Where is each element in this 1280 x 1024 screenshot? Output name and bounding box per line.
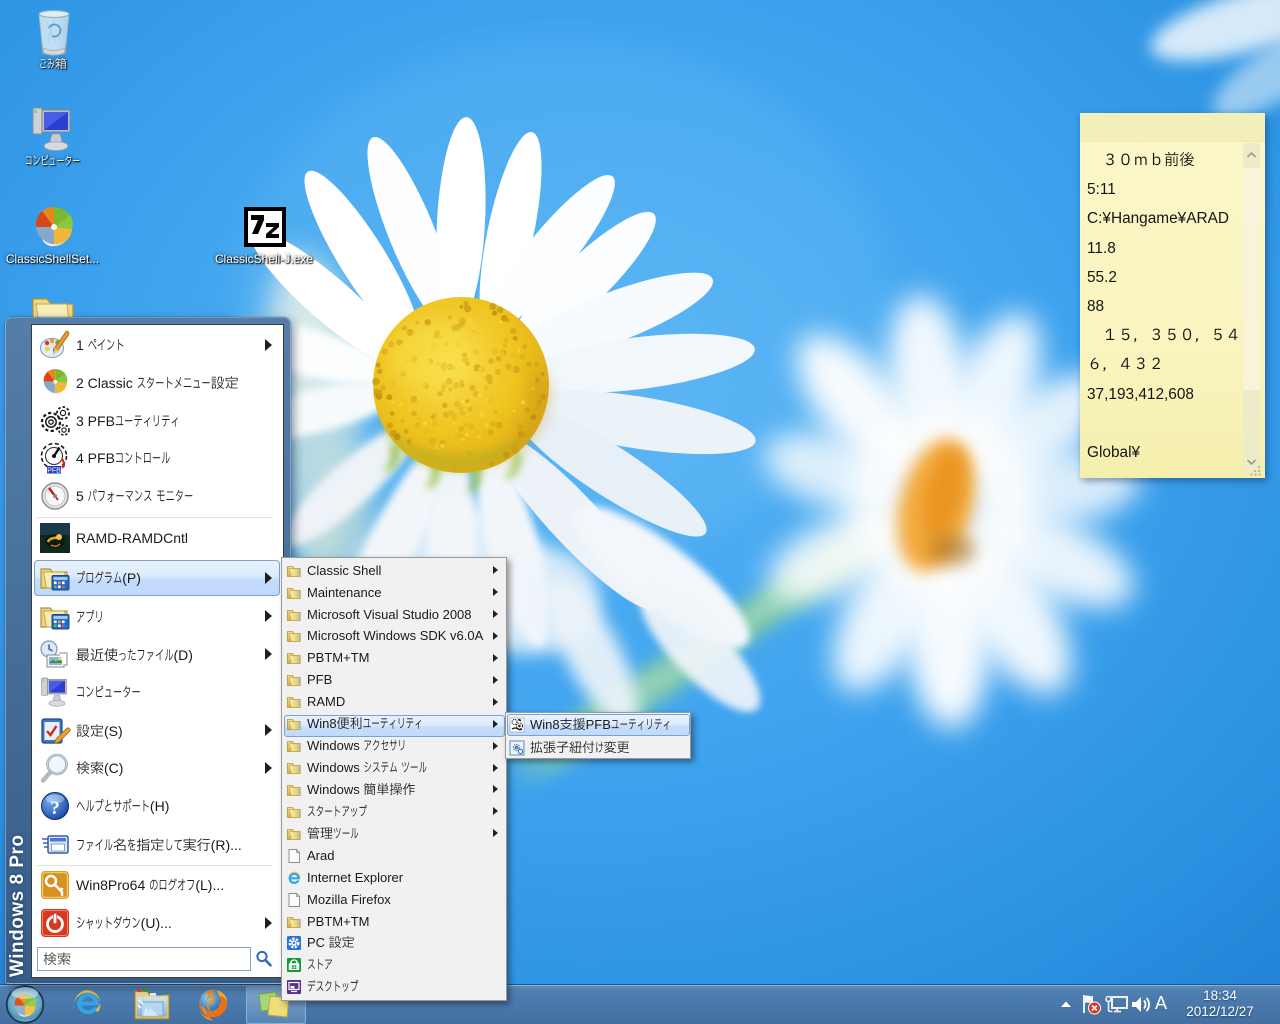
svg-text:?: ? xyxy=(50,798,60,819)
svg-text:PFB: PFB xyxy=(47,468,61,475)
